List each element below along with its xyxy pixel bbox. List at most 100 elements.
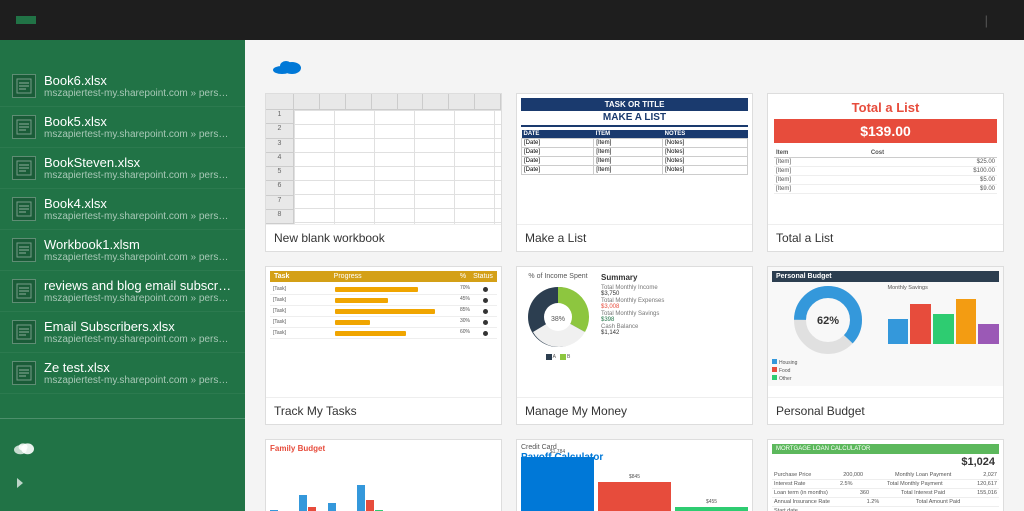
budget-bar-2 <box>910 304 931 344</box>
file-name: reviews and blog email subscribe... <box>44 278 233 293</box>
add-place-icon <box>14 473 34 493</box>
track-status-dot <box>483 309 488 314</box>
money-summary-row: Total Monthly Income $3,750 <box>601 285 746 297</box>
file-icon <box>12 361 36 385</box>
money-summary-row: Cash Balance $1,142 <box>601 324 746 336</box>
track-bar <box>335 287 418 292</box>
mortgage-value: 200,000 <box>843 472 863 478</box>
template-card-family-budget[interactable]: Family Budget <box>265 439 502 511</box>
onedrive-cloud-icon <box>273 56 301 77</box>
template-preview: Total a List $139.00 ItemCost [Item]$25.… <box>768 94 1003 224</box>
template-preview: Task Progress % Status [Task] 70% <box>266 267 501 397</box>
family-preview: Family Budget <box>266 440 501 511</box>
file-name: BookSteven.xlsx <box>44 155 233 170</box>
template-preview: TASK OR TITLE MAKE A LIST DATEITEMNOTES … <box>517 94 752 224</box>
open-onedrive-button[interactable] <box>0 429 245 465</box>
track-bar <box>335 309 435 314</box>
sidebar-file-item[interactable]: Book5.xlsx mszapiertest-my.sharepoint.co… <box>0 107 245 148</box>
template-label: Make a List <box>517 224 752 251</box>
budget-bar-4 <box>956 299 977 344</box>
mortgage-label2: Total Amount Paid <box>916 499 960 505</box>
track-task: [Task] <box>272 285 333 293</box>
file-icon <box>12 156 36 180</box>
template-card-manage-money[interactable]: % of Income Spent 38% A B Summary <box>516 266 753 425</box>
mortgage-label: Interest Rate <box>774 481 806 487</box>
template-card-payoff-calc[interactable]: Credit Card Payoff Calculator $1,784 $84… <box>516 439 753 511</box>
list-col-header: ITEM <box>594 130 663 139</box>
sidebar-file-item[interactable]: Workbook1.xlsm mszapiertest-my.sharepoin… <box>0 230 245 271</box>
sidebar-file-item[interactable]: Ze test.xlsx mszapiertest-my.sharepoint.… <box>0 353 245 394</box>
file-info: Book6.xlsx mszapiertest-my.sharepoint.co… <box>44 73 233 99</box>
track-task: [Task] <box>272 307 333 315</box>
template-label: Track My Tasks <box>266 397 501 424</box>
svg-text:62%: 62% <box>817 315 839 327</box>
track-row: [Task] 60% <box>270 328 497 339</box>
track-bar <box>335 331 406 336</box>
sidebar: Book6.xlsx mszapiertest-my.sharepoint.co… <box>0 40 245 511</box>
mortgage-value: 1.2% <box>867 499 880 505</box>
template-label: New blank workbook <box>266 224 501 251</box>
template-card-mortgage[interactable]: MORTGAGE LOAN CALCULATOR $1,024 Purchase… <box>767 439 1004 511</box>
family-bar-b <box>366 500 374 511</box>
mortgage-amount: $1,024 <box>772 456 999 468</box>
list-row: [Date][Item][Notes] <box>522 148 748 157</box>
track-task: [Task] <box>272 329 333 337</box>
file-path: mszapiertest-my.sharepoint.com » persona… <box>44 129 233 140</box>
content-header <box>265 56 1004 77</box>
track-row: [Task] 30% <box>270 317 497 328</box>
add-place-button[interactable] <box>0 465 245 501</box>
template-card-blank[interactable]: 12345678 New blank workbook <box>265 93 502 252</box>
list-cell: [Date] <box>522 148 594 157</box>
mortgage-row: Start date <box>772 507 999 511</box>
total-amount: $139.00 <box>774 119 997 143</box>
file-path: mszapiertest-my.sharepoint.com » persona… <box>44 293 233 304</box>
mortgage-label2: Total Monthly Payment <box>887 481 943 487</box>
track-task: [Task] <box>272 318 333 326</box>
payoff-bar-item: $1,784 <box>521 449 594 511</box>
mortgage-value: 2.5% <box>840 481 853 487</box>
total-cell: [Item] <box>774 185 869 194</box>
total-cell: [Item] <box>774 158 869 167</box>
template-preview: Personal Budget 62% Housing Food <box>768 267 1003 397</box>
payoff-bar-fill <box>598 482 671 511</box>
sidebar-file-item[interactable]: reviews and blog email subscribe... msza… <box>0 271 245 312</box>
file-info: Ze test.xlsx mszapiertest-my.sharepoint.… <box>44 360 233 386</box>
template-preview: 12345678 <box>266 94 501 224</box>
list-cell: [Item] <box>594 157 663 166</box>
header-actions: | <box>933 13 1008 28</box>
template-card-track-tasks[interactable]: Task Progress % Status [Task] 70% <box>265 266 502 425</box>
track-task: [Task] <box>272 296 333 304</box>
list-cell: [Date] <box>522 139 594 148</box>
sidebar-file-item[interactable]: Email Subscribers.xlsx mszapiertest-my.s… <box>0 312 245 353</box>
total-col-header: Cost <box>869 149 997 158</box>
budget-header: Personal Budget <box>772 271 999 282</box>
total-cell: $100.00 <box>869 167 997 176</box>
budget-bar-3 <box>933 314 954 344</box>
payoff-bar-fill <box>521 457 594 511</box>
sidebar-file-item[interactable]: BookSteven.xlsx mszapiertest-my.sharepoi… <box>0 148 245 189</box>
sidebar-file-item[interactable]: Book6.xlsx mszapiertest-my.sharepoint.co… <box>0 66 245 107</box>
sidebar-file-item[interactable]: Book4.xlsx mszapiertest-my.sharepoint.co… <box>0 189 245 230</box>
file-name: Email Subscribers.xlsx <box>44 319 233 334</box>
money-summary-row: Total Monthly Savings $398 <box>601 311 746 323</box>
template-card-personal-budget[interactable]: Personal Budget 62% Housing Food <box>767 266 1004 425</box>
budget-left: 62% Housing Food Other <box>772 285 884 382</box>
file-info: BookSteven.xlsx mszapiertest-my.sharepoi… <box>44 155 233 181</box>
file-path: mszapiertest-my.sharepoint.com » persona… <box>44 211 233 222</box>
mortgage-value2: 155,016 <box>977 490 997 496</box>
mortgage-label: Annual Insurance Rate <box>774 499 830 505</box>
family-bar-a <box>357 485 365 511</box>
track-row: [Task] 45% <box>270 295 497 306</box>
mortgage-row: Purchase Price 200,000 Monthly Loan Paym… <box>772 471 999 480</box>
track-status-dot <box>483 287 488 292</box>
template-preview: % of Income Spent 38% A B Summary <box>517 267 752 397</box>
list-subtitle: MAKE A LIST <box>521 112 748 127</box>
track-row: [Task] 85% <box>270 306 497 317</box>
mortgage-row: Annual Insurance Rate 1.2% Total Amount … <box>772 498 999 507</box>
template-card-total-list[interactable]: Total a List $139.00 ItemCost [Item]$25.… <box>767 93 1004 252</box>
file-icon <box>12 238 36 262</box>
header-divider: | <box>985 13 988 28</box>
template-card-make-list[interactable]: TASK OR TITLE MAKE A LIST DATEITEMNOTES … <box>516 93 753 252</box>
sidebar-footer <box>0 418 245 511</box>
mortgage-value2: 2,027 <box>983 472 997 478</box>
